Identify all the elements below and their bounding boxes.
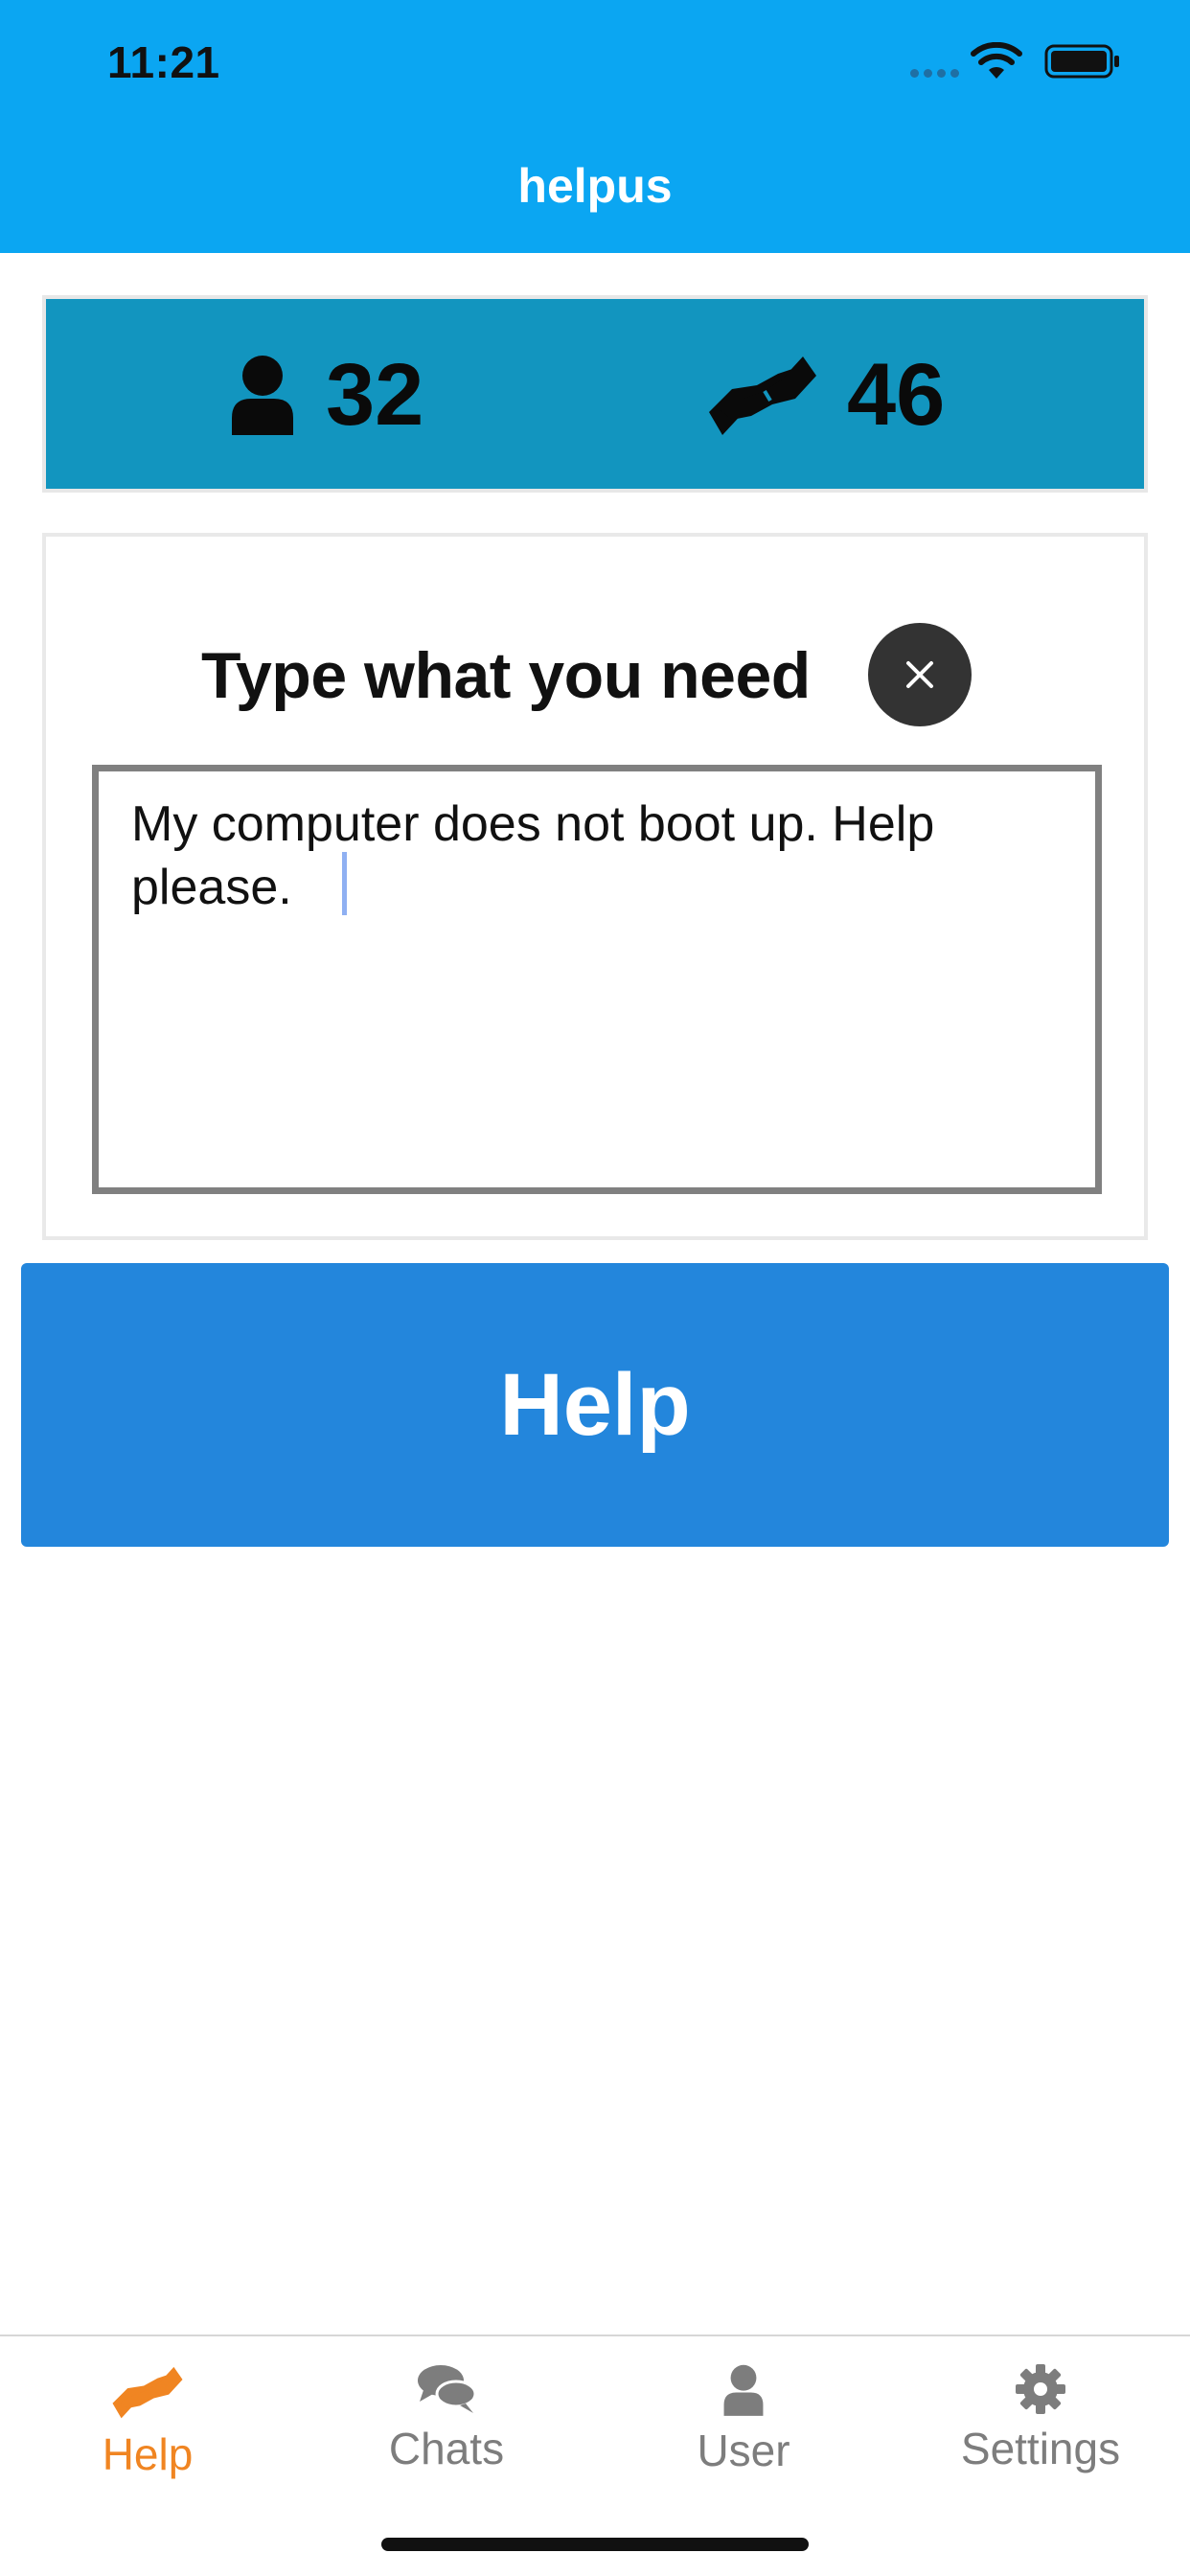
tab-label-help: Help	[102, 2429, 194, 2479]
handshake-icon	[112, 2366, 183, 2419]
app-title: helpus	[517, 159, 673, 213]
clear-button[interactable]	[868, 623, 972, 726]
status-time: 11:21	[107, 37, 220, 87]
wifi-icon	[971, 42, 1022, 79]
user-icon	[232, 356, 293, 435]
text-caret	[342, 852, 347, 915]
tab-settings[interactable]: Settings	[926, 2350, 1156, 2484]
user-icon	[723, 2364, 764, 2416]
tab-label-chats: Chats	[388, 2424, 505, 2473]
request-textarea[interactable]: My computer does not boot up. Help pleas…	[92, 765, 1102, 1194]
users-count: 32	[326, 346, 424, 444]
tab-chats[interactable]: Chats	[332, 2350, 561, 2484]
close-icon	[906, 661, 933, 688]
request-title: Type what you need	[201, 639, 811, 712]
gear-icon	[1016, 2364, 1065, 2414]
home-indicator	[381, 2538, 809, 2551]
stats-card: 32 46	[42, 295, 1148, 493]
helps-count: 46	[847, 346, 946, 444]
helps-stat: 46	[707, 347, 945, 443]
chat-bubbles-icon	[418, 2365, 477, 2413]
tab-help[interactable]: Help	[33, 2350, 263, 2484]
handshake-icon	[709, 356, 816, 435]
request-text: My computer does not boot up. Help pleas…	[131, 796, 935, 915]
users-stat: 32	[228, 347, 423, 443]
battery-icon	[1044, 44, 1119, 79]
request-card: Type what you need My computer does not …	[42, 533, 1148, 1240]
tab-user[interactable]: User	[629, 2350, 858, 2484]
cellular-signal-icon	[910, 69, 959, 78]
tab-label-user: User	[697, 2426, 790, 2475]
app-header: 11:21 helpus	[0, 0, 1190, 253]
help-button[interactable]: Help	[21, 1263, 1169, 1547]
tab-label-settings: Settings	[960, 2424, 1121, 2473]
